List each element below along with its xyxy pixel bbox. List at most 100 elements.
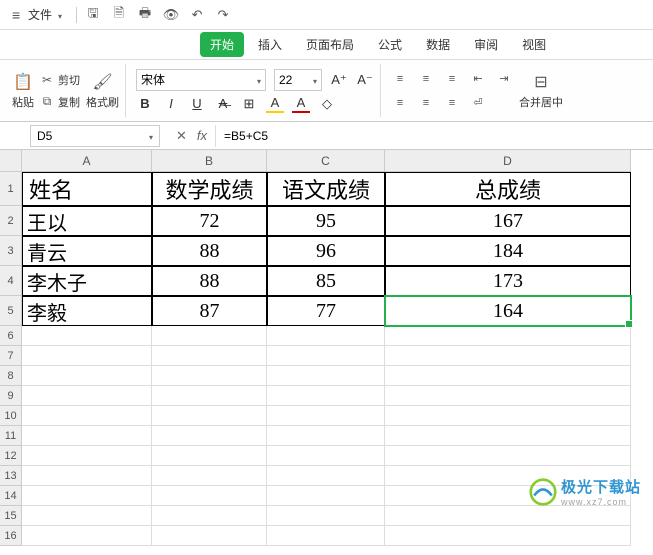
cancel-formula-icon[interactable]: ✕	[176, 128, 187, 144]
fill-color-button[interactable]: A	[266, 95, 284, 113]
tab-formula[interactable]: 公式	[368, 32, 412, 57]
cell[interactable]	[152, 386, 267, 406]
cell[interactable]: 王以	[22, 206, 152, 236]
align-bottom-icon[interactable]: ≡	[443, 70, 461, 88]
cell[interactable]	[267, 426, 385, 446]
column-header[interactable]: D	[385, 150, 631, 172]
redo-icon[interactable]: ↷	[215, 7, 231, 23]
paste-button[interactable]: 📋 粘贴	[12, 72, 34, 110]
cell[interactable]	[22, 386, 152, 406]
cell[interactable]: 88	[152, 266, 267, 296]
font-size-select[interactable]: 22	[274, 69, 322, 91]
cell[interactable]	[22, 326, 152, 346]
name-box[interactable]: D5	[30, 125, 160, 147]
cell[interactable]: 77	[267, 296, 385, 326]
cell[interactable]	[385, 366, 631, 386]
cell[interactable]	[385, 386, 631, 406]
cell[interactable]	[22, 526, 152, 546]
cell[interactable]	[267, 486, 385, 506]
row-header[interactable]: 12	[0, 446, 22, 466]
row-header[interactable]: 15	[0, 506, 22, 526]
cell[interactable]: 87	[152, 296, 267, 326]
row-header[interactable]: 7	[0, 346, 22, 366]
copy-button[interactable]: ⧉ 复制	[40, 94, 80, 110]
column-header[interactable]: A	[22, 150, 152, 172]
cell[interactable]	[385, 446, 631, 466]
save-as-icon[interactable]: 🗎	[111, 7, 127, 23]
row-header[interactable]: 9	[0, 386, 22, 406]
cell[interactable]: 总成绩	[385, 172, 631, 206]
borders-button[interactable]: ⊞	[240, 95, 258, 113]
row-header[interactable]: 2	[0, 206, 22, 236]
cell[interactable]	[267, 466, 385, 486]
tab-view[interactable]: 视图	[512, 32, 556, 57]
row-header[interactable]: 3	[0, 236, 22, 266]
cell[interactable]	[267, 506, 385, 526]
cell[interactable]: 95	[267, 206, 385, 236]
strikethrough-button[interactable]: A̶	[214, 95, 232, 113]
format-painter-button[interactable]: 🖌 格式刷	[86, 72, 119, 110]
cut-button[interactable]: ✂ 剪切	[40, 72, 80, 88]
tab-review[interactable]: 审阅	[464, 32, 508, 57]
cell[interactable]	[152, 346, 267, 366]
cell[interactable]: 青云	[22, 236, 152, 266]
cell[interactable]	[385, 506, 631, 526]
indent-decrease-icon[interactable]: ⇤	[469, 70, 487, 88]
merge-center-button[interactable]: ⊟ 合并居中	[519, 72, 563, 110]
cell[interactable]: 184	[385, 236, 631, 266]
cell[interactable]	[22, 346, 152, 366]
cell[interactable]	[152, 506, 267, 526]
cell[interactable]	[267, 386, 385, 406]
align-center-icon[interactable]: ≡	[417, 94, 435, 112]
cell[interactable]: 语文成绩	[267, 172, 385, 206]
cell[interactable]: 72	[152, 206, 267, 236]
cell[interactable]	[267, 326, 385, 346]
align-top-icon[interactable]: ≡	[391, 70, 409, 88]
print-icon[interactable]: 🖶	[137, 7, 153, 23]
font-name-select[interactable]: 宋体	[136, 69, 266, 91]
clear-format-button[interactable]: ◇	[318, 95, 336, 113]
row-header[interactable]: 11	[0, 426, 22, 446]
formula-input[interactable]	[215, 125, 653, 147]
column-header[interactable]: B	[152, 150, 267, 172]
cell[interactable]	[267, 366, 385, 386]
print-preview-icon[interactable]: 👁	[163, 7, 179, 23]
undo-icon[interactable]: ↶	[189, 7, 205, 23]
cell[interactable]	[22, 446, 152, 466]
fx-icon[interactable]: fx	[197, 128, 207, 143]
row-header[interactable]: 1	[0, 172, 22, 206]
cell[interactable]	[22, 506, 152, 526]
cell[interactable]: 88	[152, 236, 267, 266]
save-icon[interactable]: 🖫	[85, 7, 101, 23]
cell[interactable]	[267, 526, 385, 546]
cell[interactable]	[152, 526, 267, 546]
wrap-text-icon[interactable]: ⏎	[469, 94, 487, 112]
cell[interactable]: 173	[385, 266, 631, 296]
cell[interactable]	[152, 486, 267, 506]
cell[interactable]	[267, 446, 385, 466]
cell[interactable]	[267, 406, 385, 426]
indent-increase-icon[interactable]: ⇥	[495, 70, 513, 88]
cell[interactable]: 164	[385, 296, 631, 326]
increase-font-icon[interactable]: A⁺	[330, 71, 348, 89]
row-header[interactable]: 10	[0, 406, 22, 426]
tab-layout[interactable]: 页面布局	[296, 32, 364, 57]
decrease-font-icon[interactable]: A⁻	[356, 71, 374, 89]
cell[interactable]	[385, 426, 631, 446]
align-left-icon[interactable]: ≡	[391, 94, 409, 112]
row-header[interactable]: 4	[0, 266, 22, 296]
cell[interactable]	[152, 406, 267, 426]
cell[interactable]	[22, 406, 152, 426]
italic-button[interactable]: I	[162, 95, 180, 113]
row-header[interactable]: 5	[0, 296, 22, 326]
tab-start[interactable]: 开始	[200, 32, 244, 57]
align-right-icon[interactable]: ≡	[443, 94, 461, 112]
column-header[interactable]: C	[267, 150, 385, 172]
tab-insert[interactable]: 插入	[248, 32, 292, 57]
row-header[interactable]: 8	[0, 366, 22, 386]
cell[interactable]	[152, 426, 267, 446]
underline-button[interactable]: U	[188, 95, 206, 113]
cell[interactable]	[152, 446, 267, 466]
cell[interactable]	[385, 526, 631, 546]
cell[interactable]	[385, 346, 631, 366]
